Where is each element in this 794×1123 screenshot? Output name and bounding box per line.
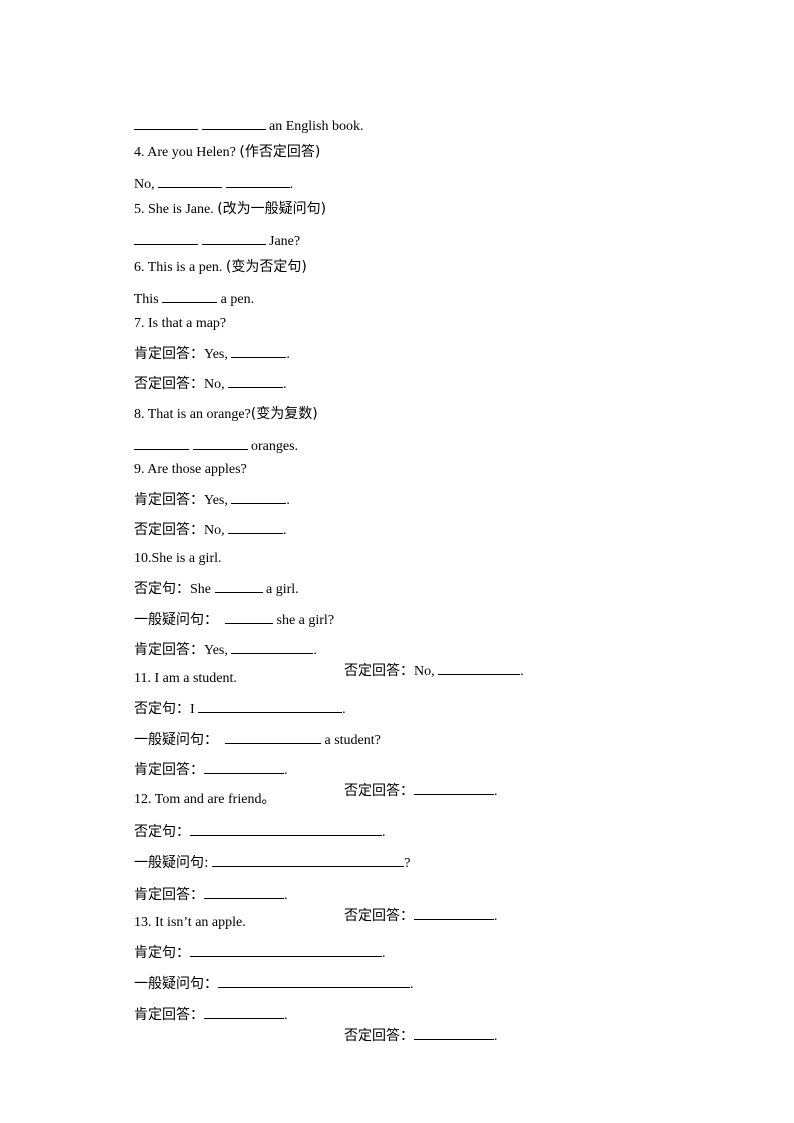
answer-suffix: .: [286, 493, 290, 508]
answer-prefix: No,: [414, 664, 439, 679]
answer-suffix: oranges.: [247, 439, 299, 454]
answer-suffix: .: [283, 523, 287, 538]
answer-label: 否定回答：: [344, 1028, 414, 1044]
answer-label: 否定回答：: [344, 783, 414, 799]
answer-suffix: .: [284, 763, 288, 778]
blank[interactable]: [414, 905, 494, 920]
answer-suffix: .: [520, 664, 524, 679]
blank[interactable]: [414, 780, 494, 795]
blank[interactable]: [212, 852, 405, 867]
answer-label: 肯定回答：: [134, 1007, 204, 1023]
answer-suffix: .: [286, 347, 290, 362]
blank[interactable]: [414, 1025, 494, 1040]
answer-suffix: .: [313, 643, 317, 658]
blank[interactable]: [228, 519, 284, 534]
blank[interactable]: [204, 1004, 284, 1019]
answer-label: 否定回答：: [344, 663, 414, 679]
blank[interactable]: [438, 660, 521, 675]
blank[interactable]: [204, 759, 284, 774]
answer-suffix: .: [494, 784, 498, 799]
blank[interactable]: [228, 373, 284, 388]
answer-suffix: .: [494, 909, 498, 924]
answer-suffix: .: [284, 1008, 288, 1023]
answer-label: 否定回答：: [344, 908, 414, 924]
blank[interactable]: [231, 639, 314, 654]
q13-answers-line: 肯定回答：. 否定回答：.: [120, 986, 720, 1061]
answer-suffix: .: [494, 1029, 498, 1044]
answer-suffix: .: [284, 888, 288, 903]
